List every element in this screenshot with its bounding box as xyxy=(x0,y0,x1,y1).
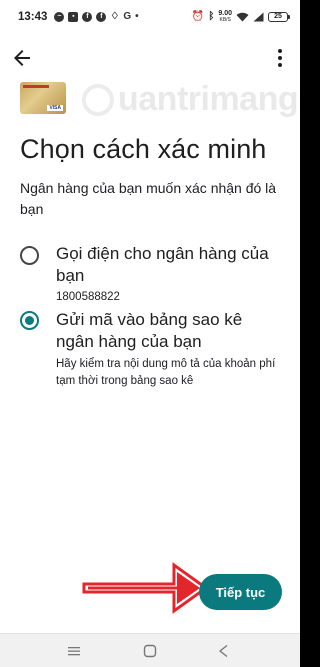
network-speed: 9.00 KB/S xyxy=(218,10,232,24)
watermark: uantrimang xyxy=(82,80,299,119)
radio-call-bank[interactable] xyxy=(20,246,39,265)
option-statement-code[interactable]: Gửi mã vào bảng sao kê ngân hàng của bạn… xyxy=(0,309,300,419)
system-nav-bar xyxy=(0,633,300,667)
continue-button[interactable]: Tiếp tục xyxy=(199,574,282,610)
app-bar xyxy=(0,42,300,74)
card-bank-stripe xyxy=(23,85,49,88)
status-bar: 13:43 ~ ▪ f f ♢ G • ⏰ ᛒ 9.00 KB/S 25 xyxy=(0,0,300,34)
recent-apps-icon[interactable] xyxy=(66,643,82,659)
back-nav-icon[interactable] xyxy=(216,643,232,659)
more-vertical-icon[interactable] xyxy=(268,46,292,70)
bank-card-image: VISA xyxy=(20,82,66,114)
facebook-icon: f xyxy=(96,12,107,22)
option-statement-code-desc: Hãy kiểm tra nội dung mô tả của khoản ph… xyxy=(56,358,276,387)
signal-icon xyxy=(253,12,264,22)
alarm-icon: ⏰ xyxy=(191,11,205,22)
messenger-icon: ~ xyxy=(54,12,65,22)
status-time: 13:43 xyxy=(18,11,48,23)
option-call-bank-title: Gọi điện cho ngân hàng của bạn xyxy=(56,244,269,285)
visa-logo: VISA xyxy=(47,105,63,111)
system-icons: ⏰ ᛒ 9.00 KB/S 25 xyxy=(191,10,290,24)
option-call-bank-phone: 1800588822 xyxy=(56,291,120,303)
home-icon[interactable] xyxy=(142,643,158,659)
watermark-text: uantrimang xyxy=(118,80,299,118)
speed-value: 9.00 xyxy=(218,10,232,17)
google-icon: G xyxy=(123,11,132,22)
arrow-back-icon[interactable] xyxy=(10,46,34,70)
notification-icons: ~ ▪ f f ♢ G • xyxy=(54,11,139,22)
battery-indicator: 25 xyxy=(268,12,290,22)
speed-unit: KB/S xyxy=(219,17,231,23)
red-arrow-annotation xyxy=(82,562,209,614)
watermark-logo-icon xyxy=(82,83,114,116)
option-statement-code-title: Gửi mã vào bảng sao kê ngân hàng của bạn xyxy=(56,310,243,351)
ethereum-icon: ♢ xyxy=(110,11,120,22)
wifi-icon xyxy=(236,12,249,22)
shopping-bag-icon: ▪ xyxy=(68,12,79,22)
bluetooth-icon: ᛒ xyxy=(208,11,215,22)
page-subtitle: Ngân hàng của bạn muốn xác nhận đó là bạ… xyxy=(20,180,277,217)
facebook-icon: f xyxy=(82,12,93,22)
dot-icon: • xyxy=(135,11,139,22)
page-title: Chọn cách xác minh xyxy=(20,134,267,164)
screen: 13:43 ~ ▪ f f ♢ G • ⏰ ᛒ 9.00 KB/S 25 VIS… xyxy=(0,0,300,667)
option-call-bank[interactable]: Gọi điện cho ngân hàng của bạn 180058882… xyxy=(0,243,300,313)
radio-statement-code[interactable] xyxy=(20,311,39,330)
